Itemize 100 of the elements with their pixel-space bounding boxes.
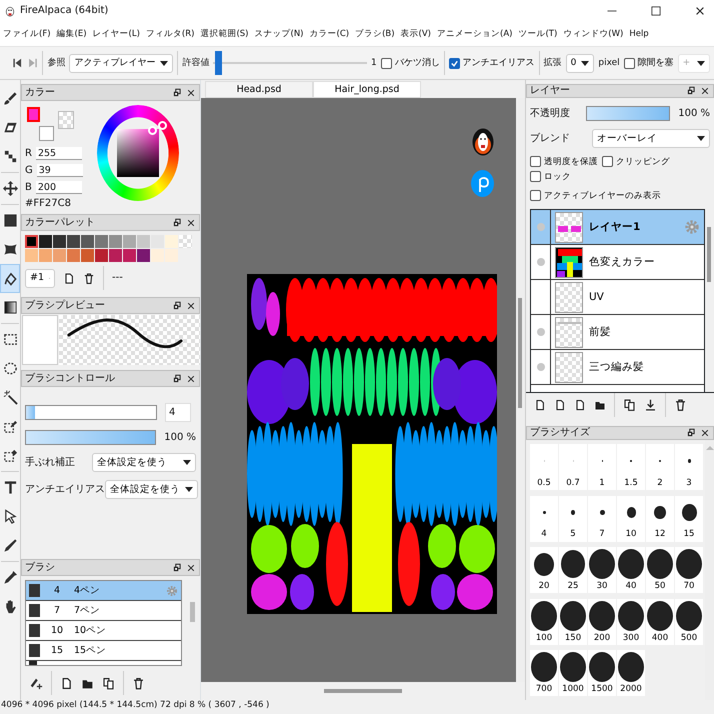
- menu-item[interactable]: 表示(V): [398, 28, 434, 40]
- color-swatch[interactable]: [123, 249, 136, 262]
- brush-size-cell[interactable]: 0.5: [530, 444, 558, 490]
- menu-item[interactable]: ウィンドウ(W): [560, 28, 626, 40]
- color-swatch[interactable]: [53, 249, 66, 262]
- brush-size-cell[interactable]: 12: [646, 496, 674, 542]
- restore-icon[interactable]: [172, 374, 182, 384]
- visibility-toggle[interactable]: [536, 328, 544, 336]
- close-icon[interactable]: [186, 300, 196, 310]
- color-swatch[interactable]: [109, 235, 122, 248]
- brush-size-cell[interactable]: 2000: [617, 650, 645, 696]
- layer-item[interactable]: レイヤー1: [531, 210, 704, 246]
- restore-icon[interactable]: [172, 300, 182, 310]
- brush-item[interactable]: 15 15ペン: [26, 641, 181, 661]
- visibility-toggle[interactable]: [536, 258, 544, 266]
- new-page-icon[interactable]: [60, 676, 73, 690]
- document-tab[interactable]: Head.psd: [205, 81, 313, 98]
- brush-size-cell[interactable]: 20: [530, 547, 558, 594]
- antialias-checkbox[interactable]: アンチエイリアス: [448, 58, 535, 68]
- brush-item[interactable]: 10 10ペン: [26, 621, 181, 641]
- color-swatch[interactable]: [81, 235, 94, 248]
- color-swatch[interactable]: [39, 235, 52, 248]
- color-swatch[interactable]: [151, 235, 164, 248]
- new-layer-icon[interactable]: [574, 398, 586, 412]
- brush-size-cell[interactable]: 2: [646, 444, 674, 490]
- color-swatch[interactable]: [165, 235, 178, 248]
- merge-down-icon[interactable]: [644, 398, 657, 412]
- brush-size-cell[interactable]: 1000: [559, 650, 587, 696]
- brush-size-cell[interactable]: 500: [675, 598, 703, 645]
- opacity-slider[interactable]: [25, 430, 156, 445]
- trash-icon[interactable]: [674, 398, 687, 412]
- color-swatch[interactable]: [95, 235, 108, 248]
- transparent-swatch[interactable]: [179, 235, 192, 248]
- color-swatch[interactable]: [109, 249, 122, 262]
- color-swatch[interactable]: [25, 249, 38, 262]
- menu-item[interactable]: アニメーション(A): [434, 28, 516, 40]
- brush-size-cell[interactable]: 5: [559, 496, 587, 542]
- brush-size-cell[interactable]: 700: [530, 650, 558, 696]
- expand-dropdown[interactable]: 0: [566, 54, 594, 72]
- brush-size-cell[interactable]: 70: [675, 547, 703, 594]
- brush-size-cell[interactable]: 10: [617, 496, 645, 542]
- color-swatch[interactable]: [137, 235, 150, 248]
- size-field[interactable]: 4: [165, 403, 191, 422]
- color-swatch[interactable]: [81, 249, 94, 262]
- reference-dropdown[interactable]: アクティブレイヤー: [69, 54, 174, 72]
- brush-size-cell[interactable]: 7: [588, 496, 616, 542]
- menu-item[interactable]: 選択範囲(S): [197, 28, 252, 40]
- layer-item[interactable]: 色変えカラー: [531, 245, 704, 280]
- transparent-swatch[interactable]: [58, 111, 74, 129]
- menu-item[interactable]: レイヤー(L): [90, 28, 143, 40]
- restore-icon[interactable]: [172, 218, 182, 228]
- brush-size-cell[interactable]: 30: [588, 547, 616, 594]
- menu-item[interactable]: カラー(C): [306, 28, 352, 40]
- close-icon[interactable]: [700, 428, 710, 438]
- brush-size-cell[interactable]: 40: [617, 547, 645, 594]
- brush-size-cell[interactable]: 1500: [588, 650, 616, 696]
- layer-option-checkbox[interactable]: 透明度を保護: [530, 156, 598, 168]
- layer-item[interactable]: 前髪: [531, 315, 704, 350]
- brush-size-cell[interactable]: 400: [646, 598, 674, 645]
- scroll-bar[interactable]: [190, 602, 195, 622]
- tolerance-slider[interactable]: [213, 51, 368, 75]
- brush-size-cell[interactable]: 1: [588, 444, 616, 490]
- color-swatch[interactable]: [137, 249, 150, 262]
- palette-set-dropdown[interactable]: #1: [25, 268, 55, 288]
- scroll-bar[interactable]: [324, 689, 402, 693]
- new-page-icon[interactable]: [63, 272, 75, 284]
- secondary-color-swatch[interactable]: [39, 126, 54, 141]
- menu-item[interactable]: スナップ(N): [252, 28, 306, 40]
- menu-item[interactable]: ツール(T): [515, 28, 560, 40]
- brush-size-cell[interactable]: 15: [675, 496, 703, 542]
- size-slider[interactable]: [25, 405, 157, 420]
- color-swatch[interactable]: [95, 249, 108, 262]
- brush-size-cell[interactable]: 100: [530, 598, 558, 645]
- restore-icon[interactable]: [686, 428, 696, 438]
- trash-icon[interactable]: [132, 676, 145, 690]
- menu-item[interactable]: ブラシ(B): [352, 28, 398, 40]
- stabilizer-dropdown[interactable]: 全体設定を使う: [92, 453, 196, 472]
- layer-opacity-slider[interactable]: [586, 106, 670, 122]
- close-icon[interactable]: [694, 5, 706, 17]
- bucket-erase-checkbox[interactable]: バケツ消し: [380, 58, 440, 68]
- color-swatch[interactable]: [67, 235, 80, 248]
- document-tab[interactable]: Hair_long.psd: [313, 81, 421, 98]
- layer-item[interactable]: UV: [531, 280, 704, 316]
- mascot-icon[interactable]: [472, 128, 494, 156]
- visibility-toggle[interactable]: [536, 223, 544, 232]
- new-layer-icon[interactable]: [554, 398, 566, 412]
- brush-size-cell[interactable]: 0.7: [559, 444, 587, 490]
- scroll-bar[interactable]: [707, 227, 711, 282]
- brush-size-cell[interactable]: 3: [675, 444, 703, 490]
- p-icon[interactable]: [471, 170, 494, 197]
- brush-size-cell[interactable]: 300: [617, 598, 645, 645]
- close-icon[interactable]: [700, 86, 710, 96]
- primary-color-swatch[interactable]: [27, 107, 40, 122]
- previous-frame-icon[interactable]: [12, 57, 24, 69]
- menu-item[interactable]: ファイル(F): [0, 28, 54, 40]
- color-swatch[interactable]: [123, 235, 136, 248]
- brush-size-cell[interactable]: 4: [530, 496, 558, 542]
- menu-item[interactable]: Help: [626, 28, 652, 40]
- brush-size-cell[interactable]: 200: [588, 598, 616, 645]
- blend-dropdown[interactable]: オーバーレイ: [592, 129, 710, 148]
